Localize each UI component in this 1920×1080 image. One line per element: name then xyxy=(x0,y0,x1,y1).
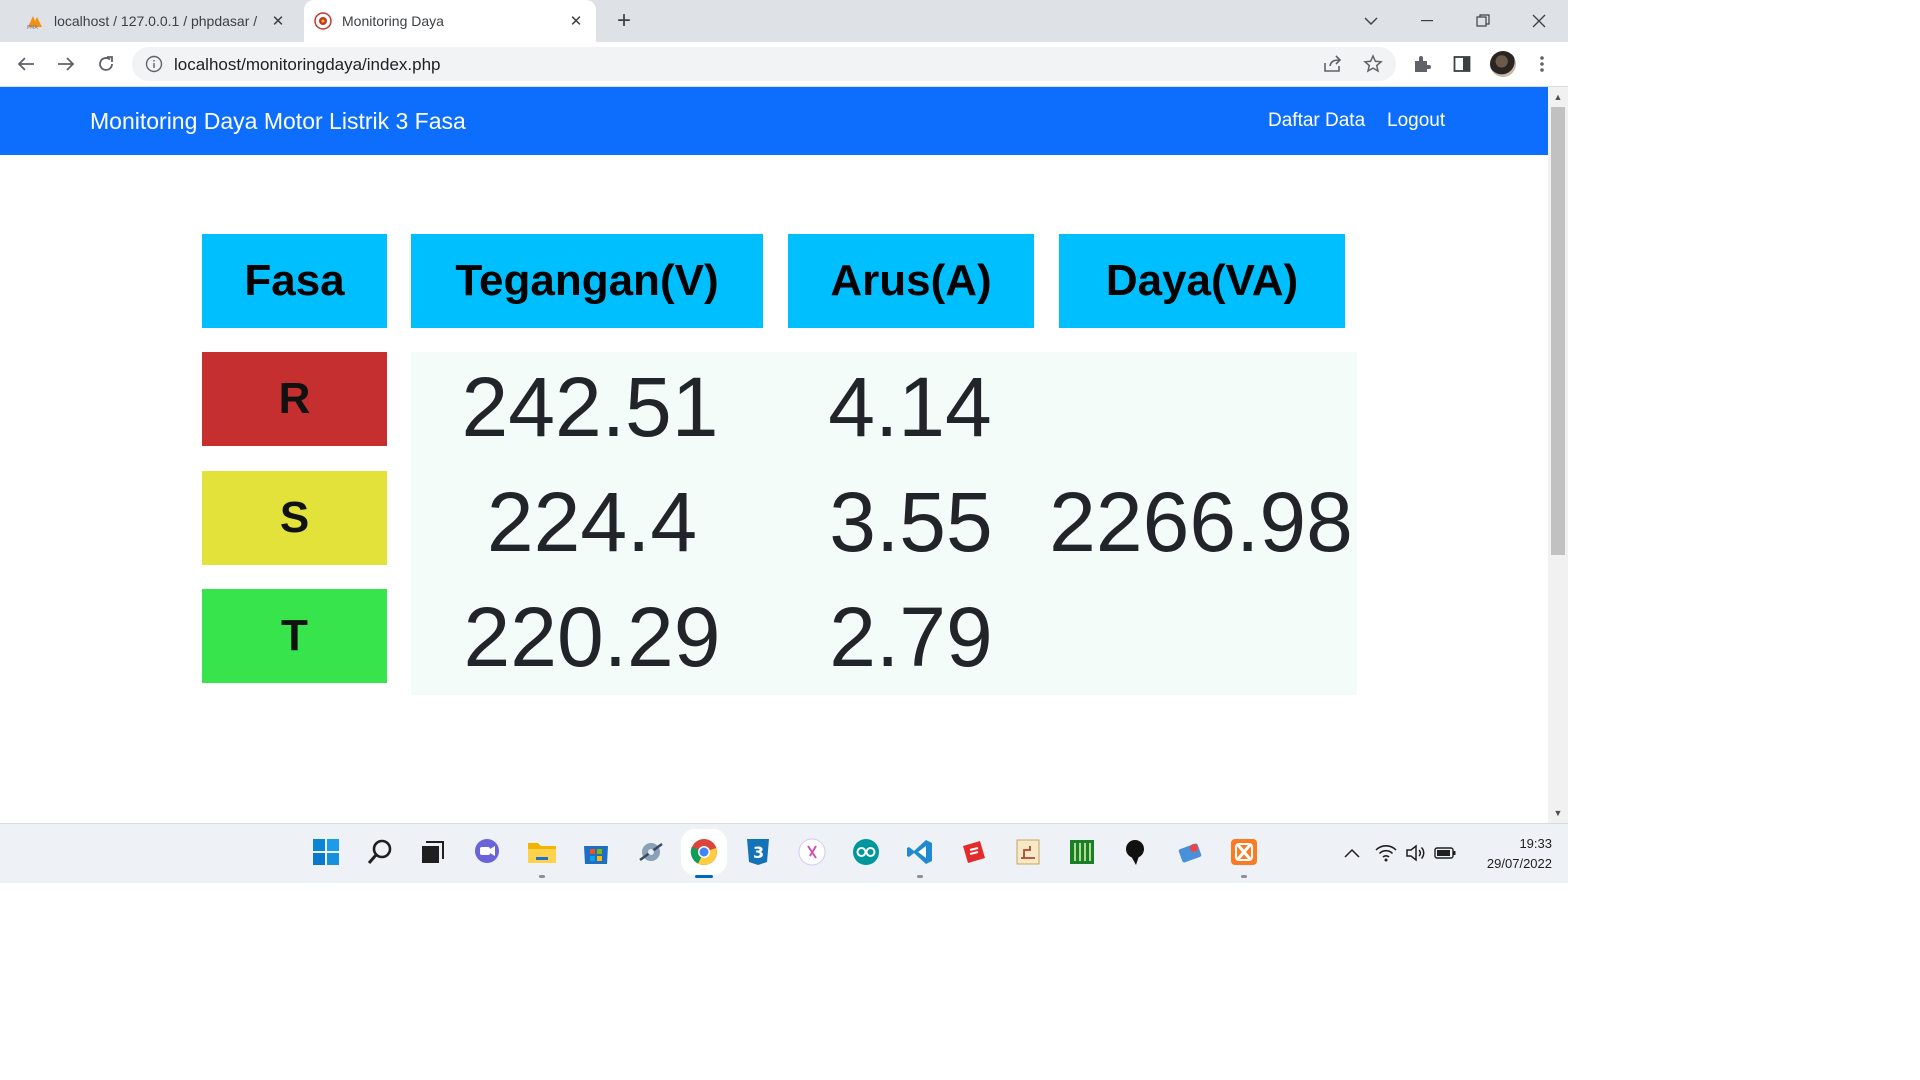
tab-title: localhost / 127.0.0.1 / phpdasar / xyxy=(54,13,258,29)
scroll-up-icon[interactable]: ▲ xyxy=(1548,89,1568,105)
svg-text:PMA: PMA xyxy=(27,25,38,29)
close-tab-icon[interactable]: ✕ xyxy=(266,9,290,33)
app-icon[interactable] xyxy=(636,837,666,867)
side-panel-icon[interactable] xyxy=(1450,52,1474,76)
close-window-button[interactable] xyxy=(1516,0,1562,42)
svg-text:3: 3 xyxy=(753,843,764,862)
windows-taskbar: 3 19:33 29/07/2022 xyxy=(0,823,1568,883)
app-icon[interactable] xyxy=(1013,837,1043,867)
tegangan-t-value: 220.29 xyxy=(463,590,721,684)
url-text: localhost/monitoringdaya/index.php xyxy=(174,55,441,74)
clock-date: 29/07/2022 xyxy=(1486,856,1552,871)
battery-icon[interactable] xyxy=(1434,842,1456,864)
new-tab-button[interactable]: + xyxy=(610,7,638,35)
extensions-icon[interactable] xyxy=(1410,52,1434,76)
scrollbar-thumb[interactable] xyxy=(1551,107,1565,555)
profile-avatar[interactable] xyxy=(1490,51,1516,77)
forward-button[interactable] xyxy=(52,50,80,78)
header-fasa: Fasa xyxy=(202,234,387,328)
header-tegangan: Tegangan(V) xyxy=(411,234,763,328)
app-icon[interactable] xyxy=(1175,837,1205,867)
arus-t-value: 2.79 xyxy=(829,590,993,684)
tab-monitoring-daya[interactable]: Monitoring Daya ✕ xyxy=(304,0,596,42)
start-icon[interactable] xyxy=(311,837,341,867)
chat-icon[interactable] xyxy=(472,837,502,867)
tegangan-s-value: 224.4 xyxy=(486,475,698,569)
tab-strip: PMA localhost / 127.0.0.1 / phpdasar / ✕… xyxy=(0,0,1568,42)
phase-label-r: R xyxy=(202,352,387,446)
xampp-icon[interactable] xyxy=(1229,837,1259,867)
chevron-up-icon[interactable] xyxy=(1341,842,1363,864)
microsoft-store-icon[interactable] xyxy=(581,837,611,867)
back-button[interactable] xyxy=(12,50,40,78)
tab-phpmyadmin[interactable]: PMA localhost / 127.0.0.1 / phpdasar / ✕ xyxy=(16,0,298,42)
nav-link-logout[interactable]: Logout xyxy=(1387,110,1445,132)
reload-button[interactable] xyxy=(92,50,120,78)
clock-time: 19:33 xyxy=(1519,836,1552,851)
chrome-icon[interactable] xyxy=(689,837,719,867)
navbar: Monitoring Daya Motor Listrik 3 Fasa Daf… xyxy=(0,87,1548,155)
file-explorer-icon[interactable] xyxy=(527,837,557,867)
arduino-icon[interactable] xyxy=(851,837,881,867)
tab-title: Monitoring Daya xyxy=(342,13,444,29)
phase-label-t: T xyxy=(202,589,387,683)
address-bar[interactable]: localhost/monitoringdaya/index.php xyxy=(132,47,1396,81)
page-viewport: Monitoring Daya Motor Listrik 3 Fasa Daf… xyxy=(0,87,1548,823)
app-icon[interactable] xyxy=(1121,837,1151,867)
clock[interactable]: 19:33 29/07/2022 xyxy=(1466,834,1552,874)
scroll-down-icon[interactable]: ▼ xyxy=(1548,805,1568,821)
search-icon[interactable] xyxy=(365,837,395,867)
app-icon[interactable] xyxy=(1067,837,1097,867)
browser-toolbar: localhost/monitoringdaya/index.php xyxy=(0,42,1568,87)
volume-icon[interactable] xyxy=(1405,842,1427,864)
share-icon[interactable] xyxy=(1322,53,1344,75)
bookmark-star-icon[interactable] xyxy=(1362,53,1384,75)
menu-kebab-icon[interactable] xyxy=(1530,52,1554,76)
site-logo-icon xyxy=(314,12,332,30)
app-icon[interactable] xyxy=(959,837,989,867)
vscode-icon[interactable] xyxy=(905,837,935,867)
site-info-icon[interactable] xyxy=(144,54,164,74)
phpmyadmin-icon: PMA xyxy=(26,12,44,30)
arus-s-value: 3.55 xyxy=(829,475,993,569)
task-view-icon[interactable] xyxy=(417,837,447,867)
vertical-scrollbar[interactable]: ▲ ▼ xyxy=(1548,87,1568,823)
wifi-icon[interactable] xyxy=(1375,842,1397,864)
header-arus: Arus(A) xyxy=(788,234,1034,328)
css3-icon[interactable]: 3 xyxy=(743,837,773,867)
daya-total-value: 2266.98 xyxy=(1049,475,1353,569)
navbar-brand[interactable]: Monitoring Daya Motor Listrik 3 Fasa xyxy=(90,108,466,135)
close-tab-icon[interactable]: ✕ xyxy=(564,9,588,33)
header-daya: Daya(VA) xyxy=(1059,234,1345,328)
tegangan-r-value: 242.51 xyxy=(461,360,719,454)
app-icon[interactable] xyxy=(797,837,827,867)
phase-label-s: S xyxy=(202,471,387,565)
arus-r-value: 4.14 xyxy=(828,360,992,454)
tab-search-icon[interactable] xyxy=(1348,0,1394,42)
restore-button[interactable] xyxy=(1460,0,1506,42)
minimize-button[interactable] xyxy=(1404,0,1450,42)
nav-link-daftar-data[interactable]: Daftar Data xyxy=(1268,110,1365,132)
